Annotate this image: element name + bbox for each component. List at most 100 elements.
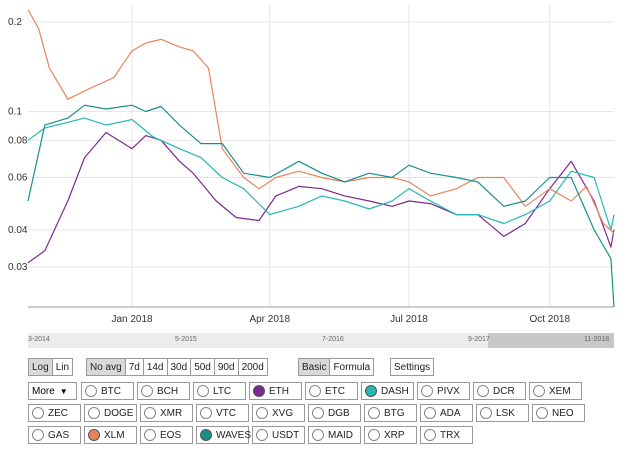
avg-90d-button[interactable]: 90d [214, 359, 239, 375]
coin-toggle-dgb[interactable]: DGB [308, 404, 361, 422]
more-dropdown[interactable]: More ▼ [28, 382, 77, 400]
avg-none-button[interactable]: No avg [87, 359, 126, 375]
radio-empty-icon [197, 385, 209, 397]
coin-toggle-dash[interactable]: DASH [361, 382, 414, 400]
coin-toggle-trx[interactable]: TRX [420, 426, 473, 444]
radio-empty-icon [256, 429, 268, 441]
coin-label: NEO [552, 407, 574, 419]
radio-empty-icon [32, 429, 44, 441]
navigator-label: 9-2017 [468, 336, 490, 343]
formula-mode-button[interactable]: Formula [330, 359, 374, 375]
coin-label: BTG [384, 407, 405, 419]
coin-label: DASH [381, 385, 409, 397]
series-line-dash [27, 117, 615, 231]
radio-empty-icon [424, 429, 436, 441]
x-tick-label: Jan 2018 [111, 314, 153, 325]
avg-14d-button[interactable]: 14d [143, 359, 168, 375]
coin-toggle-neo[interactable]: NEO [532, 404, 585, 422]
chart-grid [28, 4, 614, 307]
basic-mode-button[interactable]: Basic [299, 359, 331, 375]
radio-empty-icon [533, 385, 545, 397]
radio-empty-icon [144, 429, 156, 441]
coin-toggle-xvg[interactable]: XVG [252, 404, 305, 422]
avg-7d-button[interactable]: 7d [125, 359, 144, 375]
radio-selected-icon [253, 385, 265, 397]
x-tick-label: Jul 2018 [390, 314, 428, 325]
coin-label: XMR [160, 407, 183, 419]
coin-toggle-ada[interactable]: ADA [420, 404, 473, 422]
coin-toggle-waves[interactable]: WAVES [196, 426, 252, 444]
coin-toggle-ltc[interactable]: LTC [193, 382, 246, 400]
coin-label: DGB [328, 407, 350, 419]
coin-label: TRX [440, 429, 460, 441]
coin-toggle-xlm[interactable]: XLM [84, 426, 137, 444]
coin-toggle-zec[interactable]: ZEC [28, 404, 81, 422]
lin-scale-button[interactable]: Lin [52, 359, 73, 375]
coin-label: VTC [216, 407, 236, 419]
y-tick-label: 0.06 [8, 172, 28, 183]
coin-label: ADA [440, 407, 461, 419]
avg-50d-button[interactable]: 50d [191, 359, 215, 375]
coin-label: ETC [325, 385, 345, 397]
more-label: More [32, 385, 55, 397]
coin-toggle-xrp[interactable]: XRP [364, 426, 417, 444]
coin-label: GAS [48, 429, 70, 441]
coin-toggle-xem[interactable]: XEM [529, 382, 582, 400]
chart-axes: 0.03 0.04 0.06 0.08 0.1 0.2 Jan 2018 Apr 2018 Ju… [8, 17, 614, 325]
coin-label: ETH [269, 385, 289, 397]
coin-toggle-xmr[interactable]: XMR [140, 404, 193, 422]
radio-empty-icon [312, 407, 324, 419]
coin-label: DOGE [104, 407, 134, 419]
x-tick-label: Apr 2018 [249, 314, 290, 325]
radio-empty-icon [421, 385, 433, 397]
coin-toggle-eos[interactable]: EOS [140, 426, 193, 444]
log-scale-button[interactable]: Log [29, 359, 53, 375]
radio-selected-icon [365, 385, 377, 397]
radio-empty-icon [424, 407, 436, 419]
coin-toggle-doge[interactable]: DOGE [84, 404, 137, 422]
coin-toggle-pivx[interactable]: PIVX [417, 382, 470, 400]
radio-empty-icon [309, 385, 321, 397]
coin-toggle-usdt[interactable]: USDT [252, 426, 305, 444]
coin-label: BCH [157, 385, 179, 397]
avg-30d-button[interactable]: 30d [167, 359, 192, 375]
chart-series [27, 9, 615, 308]
coin-label: LTC [213, 385, 232, 397]
coin-toggle-etc[interactable]: ETC [305, 382, 358, 400]
coin-label: XVG [272, 407, 294, 419]
coin-label: USDT [272, 429, 300, 441]
navigator-label: 5-2015 [175, 336, 197, 343]
navigator-label: 7-2016 [322, 336, 344, 343]
coin-toggle-vtc[interactable]: VTC [196, 404, 249, 422]
price-chart[interactable]: 0.03 0.04 0.06 0.08 0.1 0.2 Jan 2018 Apr 2018 Ju… [0, 0, 642, 330]
coin-toggle-bch[interactable]: BCH [137, 382, 190, 400]
average-toggle: No avg 7d 14d 30d 50d 90d 200d [86, 358, 268, 376]
radio-empty-icon [312, 429, 324, 441]
coin-label: WAVES [216, 429, 252, 441]
mode-toggle: Basic Formula [298, 358, 375, 376]
coin-toggle-lsk[interactable]: LSK [476, 404, 529, 422]
coin-toggle-btc[interactable]: BTC [81, 382, 134, 400]
coin-toggle-maid[interactable]: MAID [308, 426, 361, 444]
radio-empty-icon [200, 407, 212, 419]
coin-label: BTC [101, 385, 121, 397]
radio-empty-icon [32, 407, 44, 419]
coin-label: LSK [496, 407, 515, 419]
range-navigator[interactable]: 3-2014 5-2015 7-2016 9-2017 11-2018 [28, 333, 614, 348]
coin-label: ZEC [48, 407, 68, 419]
coin-toggle-gas[interactable]: GAS [28, 426, 81, 444]
coin-label: MAID [328, 429, 353, 441]
coin-toggle-eth[interactable]: ETH [249, 382, 302, 400]
scale-toggle: Log Lin [28, 358, 74, 376]
coin-label: EOS [160, 429, 182, 441]
radio-empty-icon [536, 407, 548, 419]
coin-label: XLM [104, 429, 125, 441]
settings-button[interactable]: Settings [391, 359, 434, 375]
settings-group: Settings [390, 358, 435, 376]
radio-empty-icon [256, 407, 268, 419]
avg-200d-button[interactable]: 200d [238, 359, 267, 375]
y-tick-label: 0.03 [8, 262, 28, 273]
coin-toggle-btg[interactable]: BTG [364, 404, 417, 422]
coin-toggle-dcr[interactable]: DCR [473, 382, 526, 400]
y-tick-label: 0.08 [8, 135, 28, 146]
